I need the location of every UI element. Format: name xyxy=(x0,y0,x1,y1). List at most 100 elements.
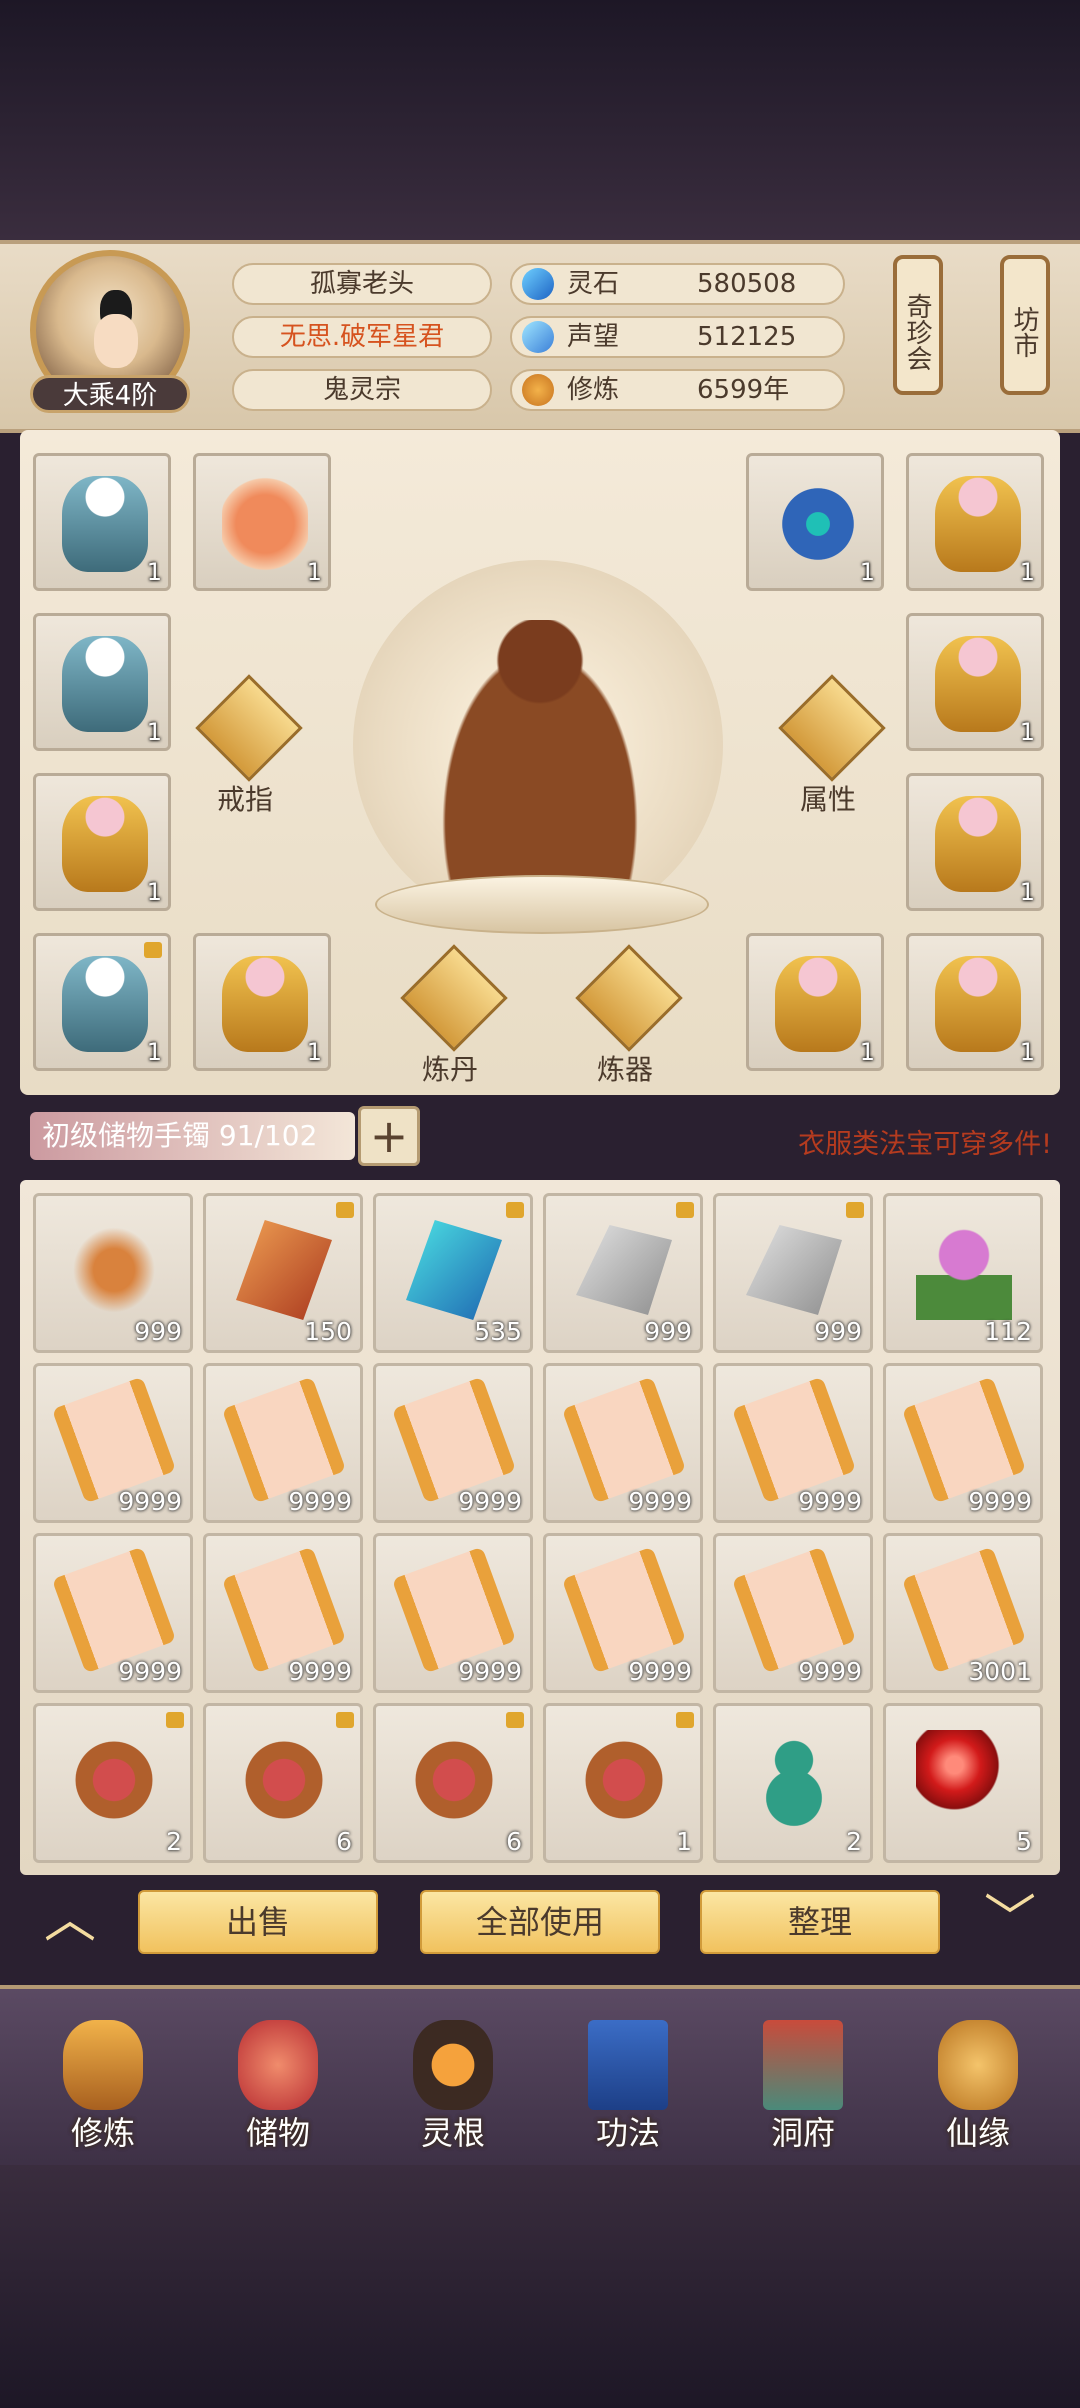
expand-storage-button[interactable]: + xyxy=(358,1106,420,1166)
lock-icon xyxy=(144,942,162,958)
anvil-icon xyxy=(575,944,683,1052)
bag-slot[interactable]: 9999 xyxy=(543,1533,703,1693)
rank-badge: 大乘4阶 xyxy=(30,375,190,413)
spirit-root-icon xyxy=(413,2020,493,2110)
robe-icon xyxy=(62,476,148,572)
bag-slot[interactable]: 3001 xyxy=(883,1533,1043,1693)
bag-slot[interactable]: 9999 xyxy=(203,1533,363,1693)
scroll-icon xyxy=(391,1546,517,1674)
use-all-button[interactable]: 全部使用 xyxy=(420,1890,660,1954)
stat-label: 声望 xyxy=(567,322,620,352)
equip-slot[interactable]: 1 xyxy=(193,933,331,1071)
bag-slot[interactable]: 9999 xyxy=(543,1363,703,1523)
bag-slot[interactable]: 9999 xyxy=(883,1363,1043,1523)
bag-slot[interactable]: 999 xyxy=(543,1193,703,1353)
lock-icon xyxy=(506,1202,524,1218)
attributes-function-button[interactable]: 属性 xyxy=(778,674,886,816)
sort-button[interactable]: 整理 xyxy=(700,1890,940,1954)
scroll-down-icon[interactable]: ﹀ xyxy=(970,1894,1050,1946)
bag-slot[interactable]: 9999 xyxy=(33,1533,193,1693)
equip-slot[interactable]: 1 xyxy=(193,453,331,591)
scroll-icon xyxy=(901,1376,1027,1504)
equip-slot[interactable]: 1 xyxy=(33,613,171,751)
equip-slot[interactable]: 1 xyxy=(906,613,1044,751)
nav-label: 仙缘 xyxy=(945,2114,1010,2152)
alchemy-function-button[interactable]: 炼丹 xyxy=(400,944,508,1086)
golden-robe-icon xyxy=(935,956,1021,1052)
storage-tip: 衣服类法宝可穿多件! xyxy=(798,1129,1052,1160)
equip-slot[interactable]: 1 xyxy=(906,933,1044,1071)
item-count: 1 xyxy=(859,558,875,586)
stone-icon xyxy=(576,1225,672,1315)
bag-slot[interactable]: 112 xyxy=(883,1193,1043,1353)
bag-slot[interactable]: 6 xyxy=(373,1703,533,1863)
nav-immortal-fate[interactable]: 仙缘 xyxy=(903,2000,1053,2160)
meditating-figure xyxy=(425,620,655,890)
equip-slot[interactable]: 1 xyxy=(906,773,1044,911)
equip-slot[interactable]: 1 xyxy=(746,933,884,1071)
bag-slot[interactable]: 999 xyxy=(33,1193,193,1353)
bag-slot[interactable]: 2 xyxy=(33,1703,193,1863)
drum-icon xyxy=(576,1730,672,1830)
nav-label: 功法 xyxy=(595,2114,660,2152)
treasure-fair-button[interactable]: 奇珍会 xyxy=(893,255,943,395)
bag-slot[interactable]: 535 xyxy=(373,1193,533,1353)
item-count: 1 xyxy=(146,878,162,906)
item-count: 9999 xyxy=(968,1487,1032,1516)
bag-slot[interactable]: 9999 xyxy=(713,1363,873,1523)
item-count: 9999 xyxy=(458,1657,522,1686)
equip-slot[interactable]: 1 xyxy=(33,773,171,911)
scroll-icon xyxy=(51,1546,177,1674)
equip-slot[interactable]: 1 xyxy=(746,453,884,591)
herb-root-icon xyxy=(66,1220,162,1320)
stat-cultivation: 修炼 6599年 xyxy=(510,369,845,411)
nav-storage[interactable]: 储物 xyxy=(203,2000,353,2160)
bag-slot[interactable]: 5 xyxy=(883,1703,1043,1863)
forging-function-button[interactable]: 炼器 xyxy=(575,944,683,1086)
nav-technique[interactable]: 功法 xyxy=(553,2000,703,2160)
nav-label: 洞府 xyxy=(770,2114,835,2152)
item-count: 2 xyxy=(166,1827,182,1856)
item-count: 9999 xyxy=(288,1657,352,1686)
equip-slot[interactable]: 1 xyxy=(33,933,171,1071)
stone-icon xyxy=(746,1225,842,1315)
scroll-icon xyxy=(561,1546,687,1674)
nav-cave-mansion[interactable]: 洞府 xyxy=(728,2000,878,2160)
bag-slot[interactable]: 9999 xyxy=(203,1363,363,1523)
market-button[interactable]: 坊市 xyxy=(1000,255,1050,395)
bag-slot[interactable]: 9999 xyxy=(713,1533,873,1693)
bag-slot[interactable]: 9999 xyxy=(373,1533,533,1693)
bag-slot[interactable]: 999 xyxy=(713,1193,873,1353)
item-count: 9999 xyxy=(118,1487,182,1516)
item-count: 3001 xyxy=(968,1657,1032,1686)
equip-slot[interactable]: 1 xyxy=(906,453,1044,591)
storage-name: 初级储物手镯 91/102 xyxy=(30,1112,355,1160)
stat-value: 6599年 xyxy=(697,375,790,405)
storage-capacity: 91/102 xyxy=(218,1119,318,1152)
bag-slot[interactable]: 9999 xyxy=(33,1363,193,1523)
stat-spirit-stone: 灵石 580508 xyxy=(510,263,845,305)
nav-spirit-root[interactable]: 灵根 xyxy=(378,2000,528,2160)
bag-slot[interactable]: 6 xyxy=(203,1703,363,1863)
stat-prestige: 声望 512125 xyxy=(510,316,845,358)
scroll-icon xyxy=(221,1376,347,1504)
scroll-up-icon[interactable]: ︿ xyxy=(30,1894,110,1946)
equip-slot[interactable]: 1 xyxy=(33,453,171,591)
nav-cultivation[interactable]: 修炼 xyxy=(28,2000,178,2160)
bag-slot[interactable]: 9999 xyxy=(373,1363,533,1523)
bag-slot[interactable]: 2 xyxy=(713,1703,873,1863)
ring-function-button[interactable]: 戒指 xyxy=(195,674,303,816)
item-count: 9999 xyxy=(288,1487,352,1516)
sell-button[interactable]: 出售 xyxy=(138,1890,378,1954)
func-label: 属性 xyxy=(799,783,856,816)
nav-label: 灵根 xyxy=(420,2114,485,2152)
bag-slot[interactable]: 150 xyxy=(203,1193,363,1353)
stat-value: 580508 xyxy=(697,269,797,299)
func-label: 炼器 xyxy=(596,1053,653,1086)
item-count: 1 xyxy=(1019,1038,1035,1066)
item-count: 999 xyxy=(644,1317,692,1346)
player-sect: 鬼灵宗 xyxy=(232,369,492,411)
bag-slot[interactable]: 1 xyxy=(543,1703,703,1863)
top-backdrop xyxy=(0,0,1080,240)
player-title: 无思.破军星君 xyxy=(232,316,492,358)
